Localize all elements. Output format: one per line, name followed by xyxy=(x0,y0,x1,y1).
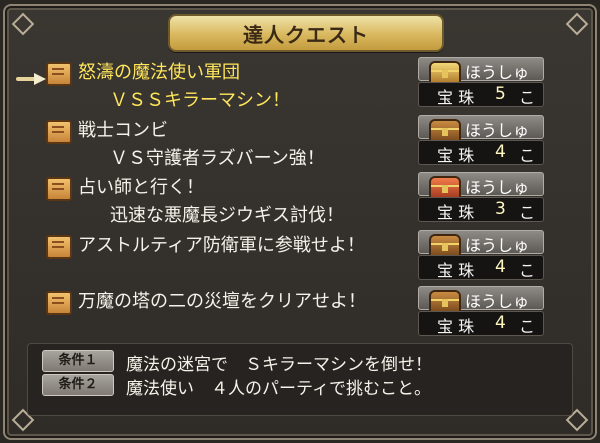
conditions-panel: 条件１ 魔法の迷宮で Ｓキラーマシンを倒せ！ 条件２ 魔法使い ４人のパーティで… xyxy=(27,343,573,416)
scroll-icon xyxy=(46,291,72,315)
reward-count: 5 xyxy=(495,84,506,104)
reward-box: ほうしゅう 宝 珠 4 こ xyxy=(418,115,544,165)
quest-item[interactable]: 万魔の塔の二の災壇をクリアせよ！ ほうしゅう 宝 珠 4 こ xyxy=(40,285,550,338)
quest-item[interactable]: 怒濤の魔法使い軍団 ＶＳＳキラーマシン！ ほうしゅう 宝 珠 5 こ xyxy=(40,56,550,111)
reward-unit: こ xyxy=(519,146,536,165)
reward-value-box: 宝 珠 4 こ xyxy=(418,140,544,165)
reward-unit: こ xyxy=(519,88,536,107)
reward-value-box: 宝 珠 4 こ xyxy=(418,255,544,280)
quest-item[interactable]: 占い師と行く！ 迅速な悪魔長ジウギス討伐！ ほうしゅう 宝 珠 3 こ xyxy=(40,171,550,226)
quest-title: アストルティア防衛軍に参戦せよ！ xyxy=(78,235,365,256)
quest-subtitle: ＶＳＳキラーマシン！ xyxy=(110,90,290,111)
reward-item: 宝 珠 xyxy=(437,261,475,280)
corner-ornament-icon xyxy=(11,12,35,36)
reward-value-box: 宝 珠 4 こ xyxy=(418,311,544,336)
reward-count: 3 xyxy=(495,199,506,219)
reward-label-box: ほうしゅう xyxy=(418,286,544,335)
quest-title: 怒濤の魔法使い軍団 xyxy=(78,62,240,83)
reward-box: ほうしゅう 宝 珠 4 こ xyxy=(418,230,544,280)
scroll-icon xyxy=(46,62,72,86)
condition-text: 魔法の迷宮で Ｓキラーマシンを倒せ！ xyxy=(126,355,432,375)
reward-box: ほうしゅう 宝 珠 5 こ xyxy=(418,57,544,107)
reward-count: 4 xyxy=(495,142,506,162)
reward-label-box: ほうしゅう xyxy=(418,115,544,164)
quest-title: 万魔の塔の二の災壇をクリアせよ！ xyxy=(78,291,366,312)
reward-item: 宝 珠 xyxy=(437,203,475,222)
reward-box: ほうしゅう 宝 珠 4 こ xyxy=(418,286,544,336)
quest-title: 占い師と行く！ xyxy=(78,177,204,198)
reward-item: 宝 珠 xyxy=(437,317,475,336)
condition-label: 条件１ xyxy=(42,350,114,372)
title-bar: 達人クエスト xyxy=(168,14,444,52)
corner-ornament-icon xyxy=(565,12,589,36)
reward-unit: こ xyxy=(519,317,536,336)
scroll-icon xyxy=(46,120,72,144)
window-title: 達人クエスト xyxy=(243,22,369,47)
quest-subtitle: 迅速な悪魔長ジウギス討伐！ xyxy=(110,205,344,226)
quest-title: 戦士コンビ xyxy=(78,120,168,141)
reward-value-box: 宝 珠 5 こ xyxy=(418,82,544,107)
reward-item: 宝 珠 xyxy=(437,146,475,165)
reward-label-box: ほうしゅう xyxy=(418,57,544,106)
condition-label: 条件２ xyxy=(42,374,114,396)
quest-item[interactable]: アストルティア防衛軍に参戦せよ！ ほうしゅう 宝 珠 4 こ xyxy=(40,229,550,282)
scroll-icon xyxy=(46,235,72,259)
reward-item: 宝 珠 xyxy=(437,88,475,107)
scroll-icon xyxy=(46,177,72,201)
reward-count: 4 xyxy=(495,257,506,277)
reward-count: 4 xyxy=(495,313,506,333)
reward-label-box: ほうしゅう xyxy=(418,172,544,221)
reward-unit: こ xyxy=(519,203,536,222)
quest-item[interactable]: 戦士コンビ ＶＳ守護者ラズバーン強！ ほうしゅう 宝 珠 4 こ xyxy=(40,114,550,169)
condition-text: 魔法使い ４人のパーティで挑むこと。 xyxy=(126,379,431,399)
reward-box: ほうしゅう 宝 珠 3 こ xyxy=(418,172,544,222)
reward-value-box: 宝 珠 3 こ xyxy=(418,197,544,222)
reward-label-box: ほうしゅう xyxy=(418,230,544,279)
quest-subtitle: ＶＳ守護者ラズバーン強！ xyxy=(110,148,325,169)
reward-unit: こ xyxy=(519,261,536,280)
